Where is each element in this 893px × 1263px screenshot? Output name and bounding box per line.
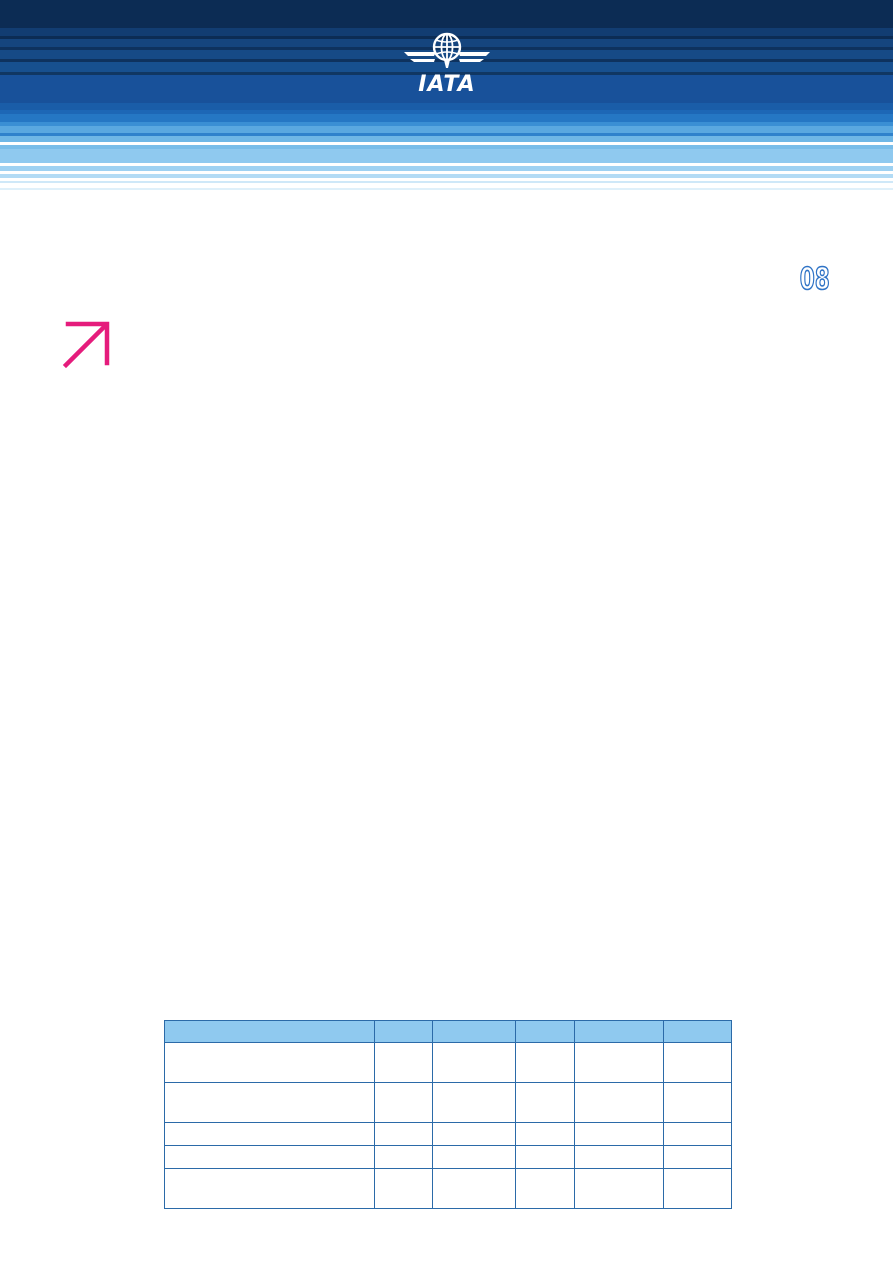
table-cell bbox=[515, 1082, 575, 1123]
table-cell bbox=[515, 1145, 575, 1169]
table-cell bbox=[164, 1082, 375, 1123]
table-cell bbox=[663, 1082, 732, 1123]
table-header-cell bbox=[515, 1020, 575, 1043]
table-cell bbox=[432, 1168, 516, 1209]
table-cell bbox=[574, 1082, 664, 1123]
table-cell bbox=[432, 1042, 516, 1083]
table-row bbox=[164, 1042, 732, 1083]
iata-globe-wings-icon bbox=[404, 32, 490, 68]
table-cell bbox=[574, 1145, 664, 1169]
table-cell bbox=[432, 1082, 516, 1123]
table-cell bbox=[574, 1168, 664, 1209]
table-cell bbox=[663, 1042, 732, 1083]
table-header-cell bbox=[432, 1020, 516, 1043]
table-cell bbox=[374, 1042, 433, 1083]
table-cell bbox=[164, 1122, 375, 1146]
table-cell bbox=[515, 1168, 575, 1209]
table-cell bbox=[374, 1122, 433, 1146]
table-header-row bbox=[164, 1020, 732, 1043]
table-cell bbox=[663, 1122, 732, 1146]
table-cell bbox=[164, 1145, 375, 1169]
table-cell bbox=[164, 1168, 375, 1209]
table-cell bbox=[663, 1145, 732, 1169]
logo-wordmark: IATA bbox=[418, 72, 476, 97]
table-header-cell bbox=[374, 1020, 433, 1043]
table-header-cell bbox=[164, 1020, 375, 1043]
table-header-cell bbox=[663, 1020, 732, 1043]
data-table bbox=[164, 1020, 732, 1209]
table-header-cell bbox=[574, 1020, 664, 1043]
table-cell bbox=[515, 1042, 575, 1083]
table-cell bbox=[374, 1082, 433, 1123]
table-cell bbox=[663, 1168, 732, 1209]
table-cell bbox=[432, 1122, 516, 1146]
table-cell bbox=[164, 1042, 375, 1083]
page-number: 08 bbox=[799, 262, 830, 298]
arrow-up-right-icon bbox=[62, 321, 110, 369]
table-cell bbox=[515, 1122, 575, 1146]
iata-logo: IATA bbox=[400, 30, 494, 98]
table-cell bbox=[574, 1042, 664, 1083]
table-row bbox=[164, 1082, 732, 1123]
table-cell bbox=[574, 1122, 664, 1146]
table-cell bbox=[432, 1145, 516, 1169]
header-banner: IATA bbox=[0, 0, 893, 192]
table-cell bbox=[374, 1168, 433, 1209]
table-row bbox=[164, 1122, 732, 1146]
table-cell bbox=[374, 1145, 433, 1169]
table-row bbox=[164, 1168, 732, 1209]
table-row bbox=[164, 1145, 732, 1169]
